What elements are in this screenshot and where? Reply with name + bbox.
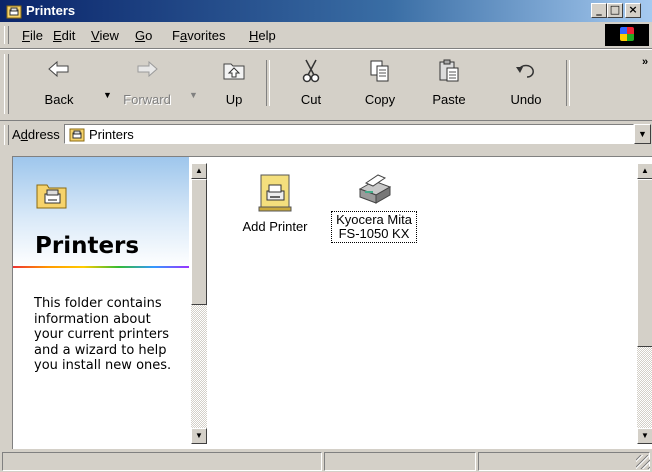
toolbar-separator — [266, 60, 270, 106]
copy-button[interactable]: Copy — [351, 56, 409, 114]
windows-logo-icon — [605, 24, 649, 46]
back-label: Back — [44, 92, 74, 107]
close-button[interactable]: × — [625, 3, 641, 18]
printer-icon — [358, 174, 392, 204]
add-printer-label: Add Printer — [242, 219, 308, 234]
forward-dropdown-arrow[interactable]: ▼ — [189, 90, 198, 100]
forward-button[interactable]: Forward — [118, 56, 176, 114]
menu-bar: File Edit View Go Favorites Help — [0, 22, 652, 49]
status-pane-size — [324, 452, 476, 471]
cut-button[interactable]: Cut — [282, 56, 340, 114]
scissors-icon — [302, 59, 320, 83]
address-value: Printers — [89, 127, 134, 142]
copy-label: Copy — [364, 92, 396, 107]
forward-arrow-icon — [137, 60, 158, 78]
add-printer-item[interactable]: Add Printer — [235, 171, 315, 235]
kyocera-printer-item[interactable]: Kyocera Mita FS-1050 KX — [331, 167, 417, 243]
toolbar-grip[interactable] — [4, 54, 9, 114]
web-view-pane: Printers This folder contains informatio… — [13, 157, 189, 449]
toolbar-chevron-icon[interactable]: » — [642, 56, 648, 68]
add-printer-icon — [258, 174, 292, 212]
address-grip[interactable] — [4, 125, 9, 145]
explorer-window: Printers _ □ × File Edit View Go Favorit… — [0, 0, 652, 472]
scroll-down-button[interactable]: ▼ — [637, 428, 652, 444]
menu-favorites[interactable]: Favorites — [172, 28, 225, 43]
pane-description: This folder contains information about y… — [34, 296, 172, 373]
printer-folder-icon — [36, 184, 67, 209]
undo-icon — [516, 64, 534, 78]
minimize-button[interactable]: _ — [591, 3, 607, 18]
back-dropdown-arrow[interactable]: ▼ — [103, 90, 112, 100]
address-dropdown-button[interactable]: ▼ — [634, 124, 651, 144]
up-label: Up — [225, 92, 243, 107]
status-bar — [0, 449, 652, 472]
standard-toolbar: Back ▼ Forward ▼ Up Cut Copy Paste Undo — [0, 49, 652, 121]
main-scrollbar[interactable]: ▲ ▼ — [637, 163, 652, 444]
title-bar[interactable]: Printers _ □ × — [0, 0, 652, 22]
scroll-thumb[interactable] — [191, 179, 207, 305]
menu-edit[interactable]: Edit — [53, 28, 75, 43]
undo-label: Undo — [510, 92, 542, 107]
back-arrow-icon — [48, 60, 69, 78]
resize-grip[interactable] — [636, 455, 650, 469]
paste-button[interactable]: Paste — [420, 56, 478, 114]
rainbow-divider — [13, 266, 189, 268]
status-pane-zone — [478, 452, 650, 471]
window-title: Printers — [26, 3, 76, 18]
printer-folder-icon — [6, 5, 22, 19]
scroll-down-button[interactable]: ▼ — [191, 428, 207, 444]
menu-help[interactable]: Help — [249, 28, 276, 43]
cut-label: Cut — [300, 92, 322, 107]
back-button[interactable]: Back — [30, 56, 88, 114]
menu-go[interactable]: Go — [135, 28, 152, 43]
menu-file[interactable]: File — [22, 28, 43, 43]
menu-view[interactable]: View — [91, 28, 119, 43]
scroll-up-button[interactable]: ▲ — [191, 163, 207, 179]
up-button[interactable]: Up — [205, 56, 263, 114]
maximize-button[interactable]: □ — [607, 3, 623, 18]
up-folder-icon — [223, 63, 245, 80]
scroll-thumb[interactable] — [637, 179, 652, 347]
left-pane-scrollbar[interactable]: ▲ ▼ — [191, 163, 207, 444]
scroll-up-button[interactable]: ▲ — [637, 163, 652, 179]
menu-grip[interactable] — [4, 26, 9, 44]
kyocera-printer-label: Kyocera Mita FS-1050 KX — [331, 211, 417, 243]
clipboard-icon — [439, 59, 459, 82]
address-label: Address — [12, 127, 60, 142]
copy-icon — [370, 60, 389, 82]
address-bar: Address Printers ▼ — [0, 121, 652, 149]
forward-label: Forward — [123, 92, 171, 107]
paste-label: Paste — [432, 92, 466, 107]
undo-button[interactable]: Undo — [497, 56, 555, 114]
printer-folder-icon — [69, 128, 85, 142]
address-input[interactable]: Printers — [64, 124, 634, 144]
folder-view: Printers This folder contains informatio… — [12, 156, 652, 449]
status-pane-main — [2, 452, 322, 471]
pane-title: Printers — [35, 233, 140, 259]
toolbar-separator — [566, 60, 570, 106]
